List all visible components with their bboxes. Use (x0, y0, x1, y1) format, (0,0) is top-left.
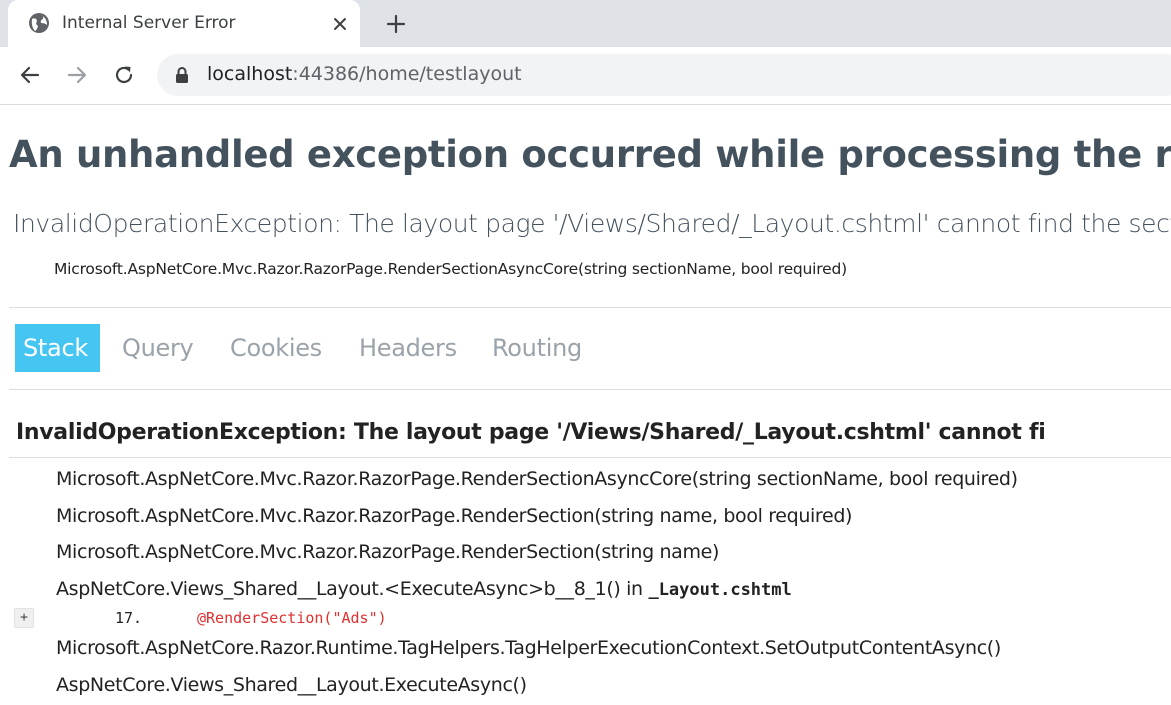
source-line: 17. @RenderSection("Ads") (115, 609, 387, 627)
forward-icon[interactable] (65, 63, 89, 87)
url-host: localhost (207, 63, 293, 85)
tab-stack[interactable]: Stack (15, 324, 100, 372)
stack-frame: Microsoft.AspNetCore.Mvc.Razor.RazorPage… (56, 505, 853, 527)
error-page: An unhandled exception occurred while pr… (0, 105, 1171, 705)
source-line-number: 17. (115, 609, 143, 627)
reload-icon[interactable] (112, 63, 136, 87)
plus-icon[interactable] (384, 12, 408, 36)
expand-source-button[interactable]: + (14, 608, 34, 628)
stack-frame: AspNetCore.Views_Shared__Layout.ExecuteA… (56, 674, 527, 696)
divider (9, 307, 1171, 308)
stack-frame-file: _Layout.cshtml (648, 580, 792, 600)
url-text[interactable]: localhost:44386/home/testlayout (207, 63, 522, 85)
back-icon[interactable] (18, 63, 42, 87)
globe-icon (29, 13, 49, 33)
divider (9, 457, 1171, 458)
tab-title: Internal Server Error (62, 13, 236, 33)
browser-tab[interactable]: Internal Server Error (8, 0, 360, 47)
browser-tab-strip: Internal Server Error (0, 0, 1171, 47)
stack-frame-method: AspNetCore.Views_Shared__Layout.<Execute… (56, 578, 649, 600)
tab-query[interactable]: Query (114, 324, 201, 372)
exception-location: Microsoft.AspNetCore.Mvc.Razor.RazorPage… (54, 260, 847, 278)
stack-frame: Microsoft.AspNetCore.Razor.Runtime.TagHe… (56, 637, 1001, 659)
tab-headers[interactable]: Headers (351, 324, 465, 372)
stack-exception-title: InvalidOperationException: The layout pa… (16, 420, 1046, 445)
tab-routing[interactable]: Routing (484, 324, 590, 372)
lock-icon[interactable] (175, 66, 189, 84)
source-line-code: @RenderSection("Ads") (197, 609, 387, 627)
stack-frame: Microsoft.AspNetCore.Mvc.Razor.RazorPage… (56, 468, 1018, 490)
tab-cookies[interactable]: Cookies (222, 324, 330, 372)
address-bar[interactable]: localhost:44386/home/testlayout (157, 54, 1171, 96)
stack-frame: AspNetCore.Views_Shared__Layout.<Execute… (56, 578, 792, 600)
page-title: An unhandled exception occurred while pr… (9, 133, 1171, 176)
exception-message: InvalidOperationException: The layout pa… (13, 209, 1171, 238)
url-path: :44386/home/testlayout (292, 63, 522, 85)
close-icon[interactable] (330, 14, 350, 34)
stack-frame: Microsoft.AspNetCore.Mvc.Razor.RazorPage… (56, 541, 720, 563)
divider (9, 389, 1171, 390)
browser-toolbar: localhost:44386/home/testlayout (0, 47, 1171, 105)
